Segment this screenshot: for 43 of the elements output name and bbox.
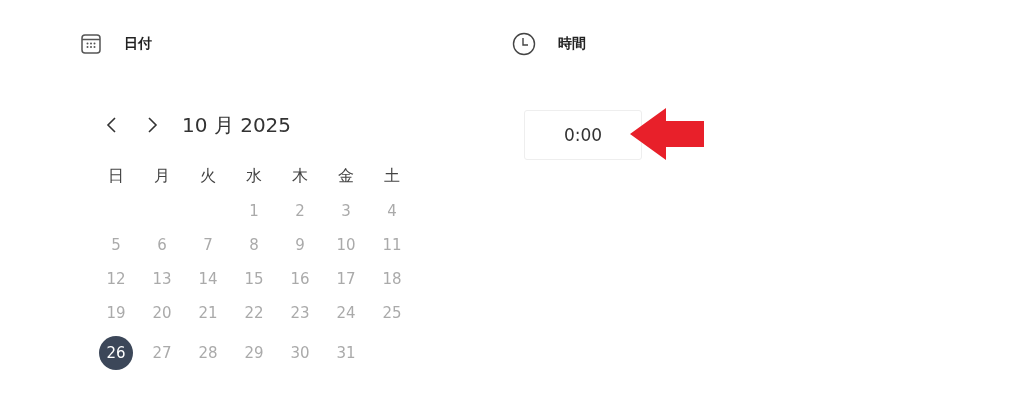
day-button[interactable]: 4 (375, 194, 409, 228)
day-button[interactable]: 11 (375, 228, 409, 262)
day-button[interactable]: 24 (329, 296, 363, 330)
weekday-label: 月 (153, 164, 171, 187)
day-button[interactable]: 6 (145, 228, 179, 262)
day-button[interactable]: 28 (191, 336, 225, 370)
day-button[interactable]: 18 (375, 262, 409, 296)
calendar-icon (80, 33, 102, 55)
day-button[interactable]: 8 (237, 228, 271, 262)
day-button[interactable]: 30 (283, 336, 317, 370)
day-button[interactable]: 19 (99, 296, 133, 330)
section-title: 日付 (124, 35, 152, 53)
weekday-label: 火 (199, 164, 217, 187)
weekday-label: 水 (245, 164, 263, 187)
day-button[interactable]: 5 (99, 228, 133, 262)
weekday-label: 土 (383, 164, 401, 187)
day-button[interactable]: 16 (283, 262, 317, 296)
day-button[interactable]: 29 (237, 336, 271, 370)
day-button[interactable]: 14 (191, 262, 225, 296)
month-label: 10 月 2025 (182, 111, 292, 139)
day-button[interactable]: 20 (145, 296, 179, 330)
day-button[interactable]: 10 (329, 228, 363, 262)
day-button[interactable]: 25 (375, 296, 409, 330)
weekday-label: 金 (337, 164, 355, 187)
day-button[interactable]: 31 (329, 336, 363, 370)
day-button[interactable]: 12 (99, 262, 133, 296)
day-button[interactable]: 1 (237, 194, 271, 228)
day-button[interactable]: 17 (329, 262, 363, 296)
day-button[interactable]: 7 (191, 228, 225, 262)
day-button[interactable]: 21 (191, 296, 225, 330)
day-button[interactable]: 13 (145, 262, 179, 296)
day-button[interactable]: 9 (283, 228, 317, 262)
day-button[interactable]: 22 (237, 296, 271, 330)
clock-icon (512, 32, 536, 56)
weekday-label: 木 (291, 164, 309, 187)
day-button[interactable]: 2 (283, 194, 317, 228)
day-button[interactable]: 15 (237, 262, 271, 296)
day-button[interactable]: 23 (283, 296, 317, 330)
day-button[interactable]: 3 (329, 194, 363, 228)
section-title: 時間 (558, 35, 586, 53)
day-button[interactable]: 27 (145, 336, 179, 370)
day-button[interactable]: 26 (99, 336, 133, 370)
weekday-label: 日 (107, 164, 125, 187)
